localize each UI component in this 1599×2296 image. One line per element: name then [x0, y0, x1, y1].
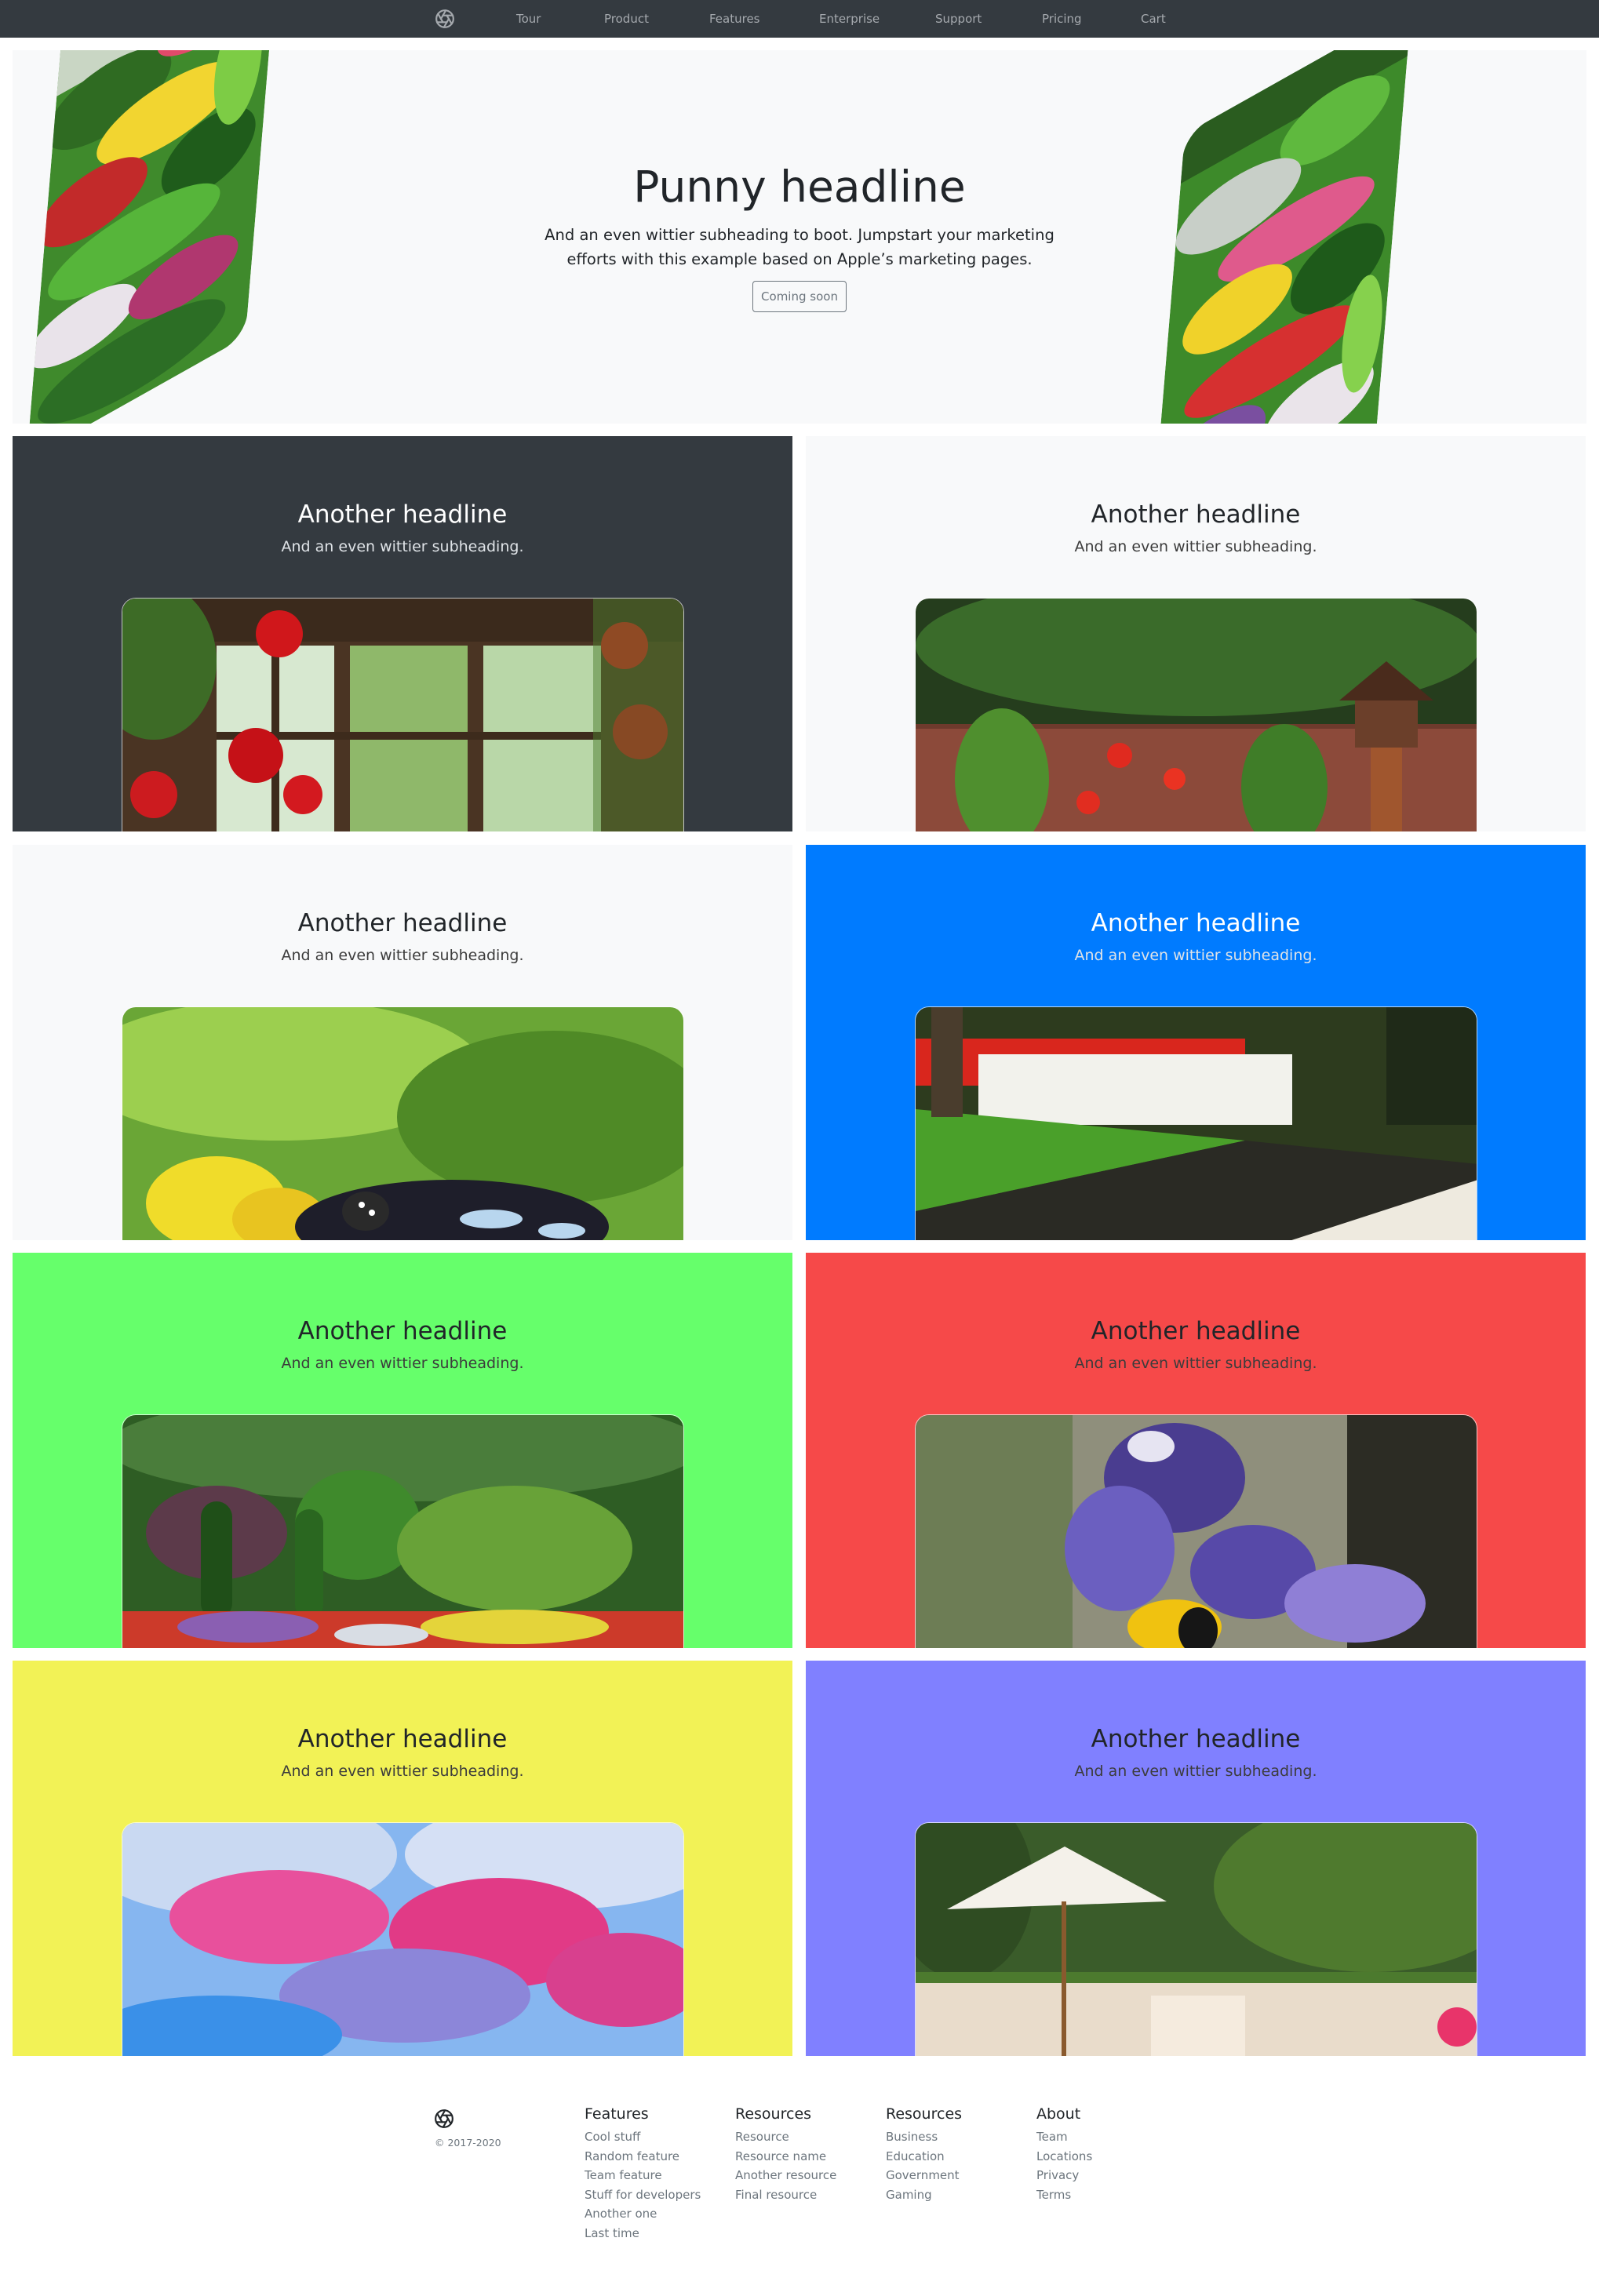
panel-title: Another headline — [1091, 909, 1301, 937]
nav-link-product[interactable]: Product — [604, 0, 649, 38]
feature-panel-2: Another headline And an even wittier sub… — [806, 436, 1586, 831]
hero-title: Punny headline — [633, 162, 966, 212]
bee-on-lavender-photo — [915, 1414, 1477, 1648]
navbar-inner: Tour Product Features Enterprise Support… — [432, 0, 1169, 38]
feature-panel-8: Another headline And an even wittier sub… — [806, 1661, 1586, 2056]
page-footer: © 2017-2020 Features Cool stuff Random f… — [0, 2058, 1599, 2296]
footer-link[interactable]: Education — [886, 2147, 962, 2167]
nav-link-enterprise[interactable]: Enterprise — [819, 0, 880, 38]
garden-brick-wall-photo — [915, 598, 1477, 831]
aperture-icon[interactable] — [435, 9, 455, 29]
footer-heading: Features — [585, 2105, 649, 2123]
panel-title: Another headline — [297, 1317, 508, 1345]
top-navbar: Tour Product Features Enterprise Support… — [0, 0, 1599, 38]
panel-subtitle: And an even wittier subheading. — [281, 947, 524, 964]
panel-subtitle: And an even wittier subheading. — [281, 1763, 524, 1780]
nav-link-cart[interactable]: Cart — [1141, 0, 1166, 38]
panel-subtitle: And an even wittier subheading. — [1074, 538, 1317, 555]
panel-title: Another headline — [297, 500, 508, 529]
footer-link[interactable]: Team — [1036, 2127, 1092, 2147]
footer-link[interactable]: Random feature — [585, 2147, 701, 2167]
footer-column-about: About Team Locations Privacy Terms — [1036, 2105, 1092, 2204]
feature-panel-7: Another headline And an even wittier sub… — [13, 1661, 792, 2056]
panel-title: Another headline — [1091, 1317, 1301, 1345]
panel-title: Another headline — [1091, 500, 1301, 529]
footer-link[interactable]: Team feature — [585, 2166, 701, 2185]
nav-link-pricing[interactable]: Pricing — [1042, 0, 1082, 38]
panel-title: Another headline — [1091, 1725, 1301, 1753]
footer-link[interactable]: Resource — [735, 2127, 836, 2147]
footer-link[interactable]: Business — [886, 2127, 962, 2147]
footer-heading: About — [1036, 2105, 1081, 2123]
feature-panel-1: Another headline And an even wittier sub… — [13, 436, 792, 831]
sunken-garden-photo — [122, 1414, 684, 1648]
panel-subtitle: And an even wittier subheading. — [281, 1355, 524, 1372]
window-geraniums-photo — [122, 598, 684, 831]
butterfly-on-flower-photo — [122, 1006, 684, 1240]
footer-link[interactable]: Privacy — [1036, 2166, 1092, 2185]
coming-soon-button[interactable]: Coming soon — [752, 281, 847, 312]
hero-subtitle: And an even wittier subheading to boot. … — [545, 226, 1054, 268]
aperture-icon — [434, 2109, 454, 2129]
panel-subtitle: And an even wittier subheading. — [281, 538, 524, 555]
copyright-text: © 2017-2020 — [435, 2137, 501, 2149]
footer-link[interactable]: Locations — [1036, 2147, 1092, 2167]
panel-subtitle: And an even wittier subheading. — [1074, 947, 1317, 964]
footer-link[interactable]: Last time — [585, 2224, 701, 2243]
footer-heading: Resources — [886, 2105, 963, 2123]
tulips-canal-photo — [915, 1006, 1477, 1240]
patio-umbrella-photo — [915, 1822, 1477, 2056]
footer-column-features: Features Cool stuff Random feature Team … — [585, 2105, 701, 2243]
footer-link[interactable]: Gaming — [886, 2185, 962, 2205]
panel-title: Another headline — [297, 1725, 508, 1753]
footer-link[interactable]: Government — [886, 2166, 962, 2185]
footer-column-resources-2: Resources Business Education Government … — [886, 2105, 962, 2204]
footer-link[interactable]: Another resource — [735, 2166, 836, 2185]
panel-title: Another headline — [297, 909, 508, 937]
feature-panel-5: Another headline And an even wittier sub… — [13, 1253, 792, 1648]
footer-link[interactable]: Another one — [585, 2204, 701, 2224]
footer-link[interactable]: Stuff for developers — [585, 2185, 701, 2205]
nav-link-support[interactable]: Support — [935, 0, 982, 38]
feature-panel-6: Another headline And an even wittier sub… — [806, 1253, 1586, 1648]
footer-column-resources: Resources Resource Resource name Another… — [735, 2105, 836, 2204]
feature-panel-3: Another headline And an even wittier sub… — [13, 845, 792, 1240]
hero-garden-photo-left — [26, 50, 282, 424]
footer-heading: Resources — [735, 2105, 812, 2123]
hero-section: Punny headline And an even wittier subhe… — [13, 50, 1586, 424]
blurred-pink-flowers-photo — [122, 1822, 684, 2056]
nav-link-features[interactable]: Features — [709, 0, 760, 38]
panel-subtitle: And an even wittier subheading. — [1074, 1355, 1317, 1372]
footer-link[interactable]: Terms — [1036, 2185, 1092, 2205]
panel-subtitle: And an even wittier subheading. — [1074, 1763, 1317, 1780]
hero-garden-photo-right — [1148, 50, 1411, 424]
footer-link[interactable]: Resource name — [735, 2147, 836, 2167]
nav-link-tour[interactable]: Tour — [516, 0, 541, 38]
footer-link[interactable]: Cool stuff — [585, 2127, 701, 2147]
footer-link[interactable]: Final resource — [735, 2185, 836, 2205]
feature-panel-4: Another headline And an even wittier sub… — [806, 845, 1586, 1240]
